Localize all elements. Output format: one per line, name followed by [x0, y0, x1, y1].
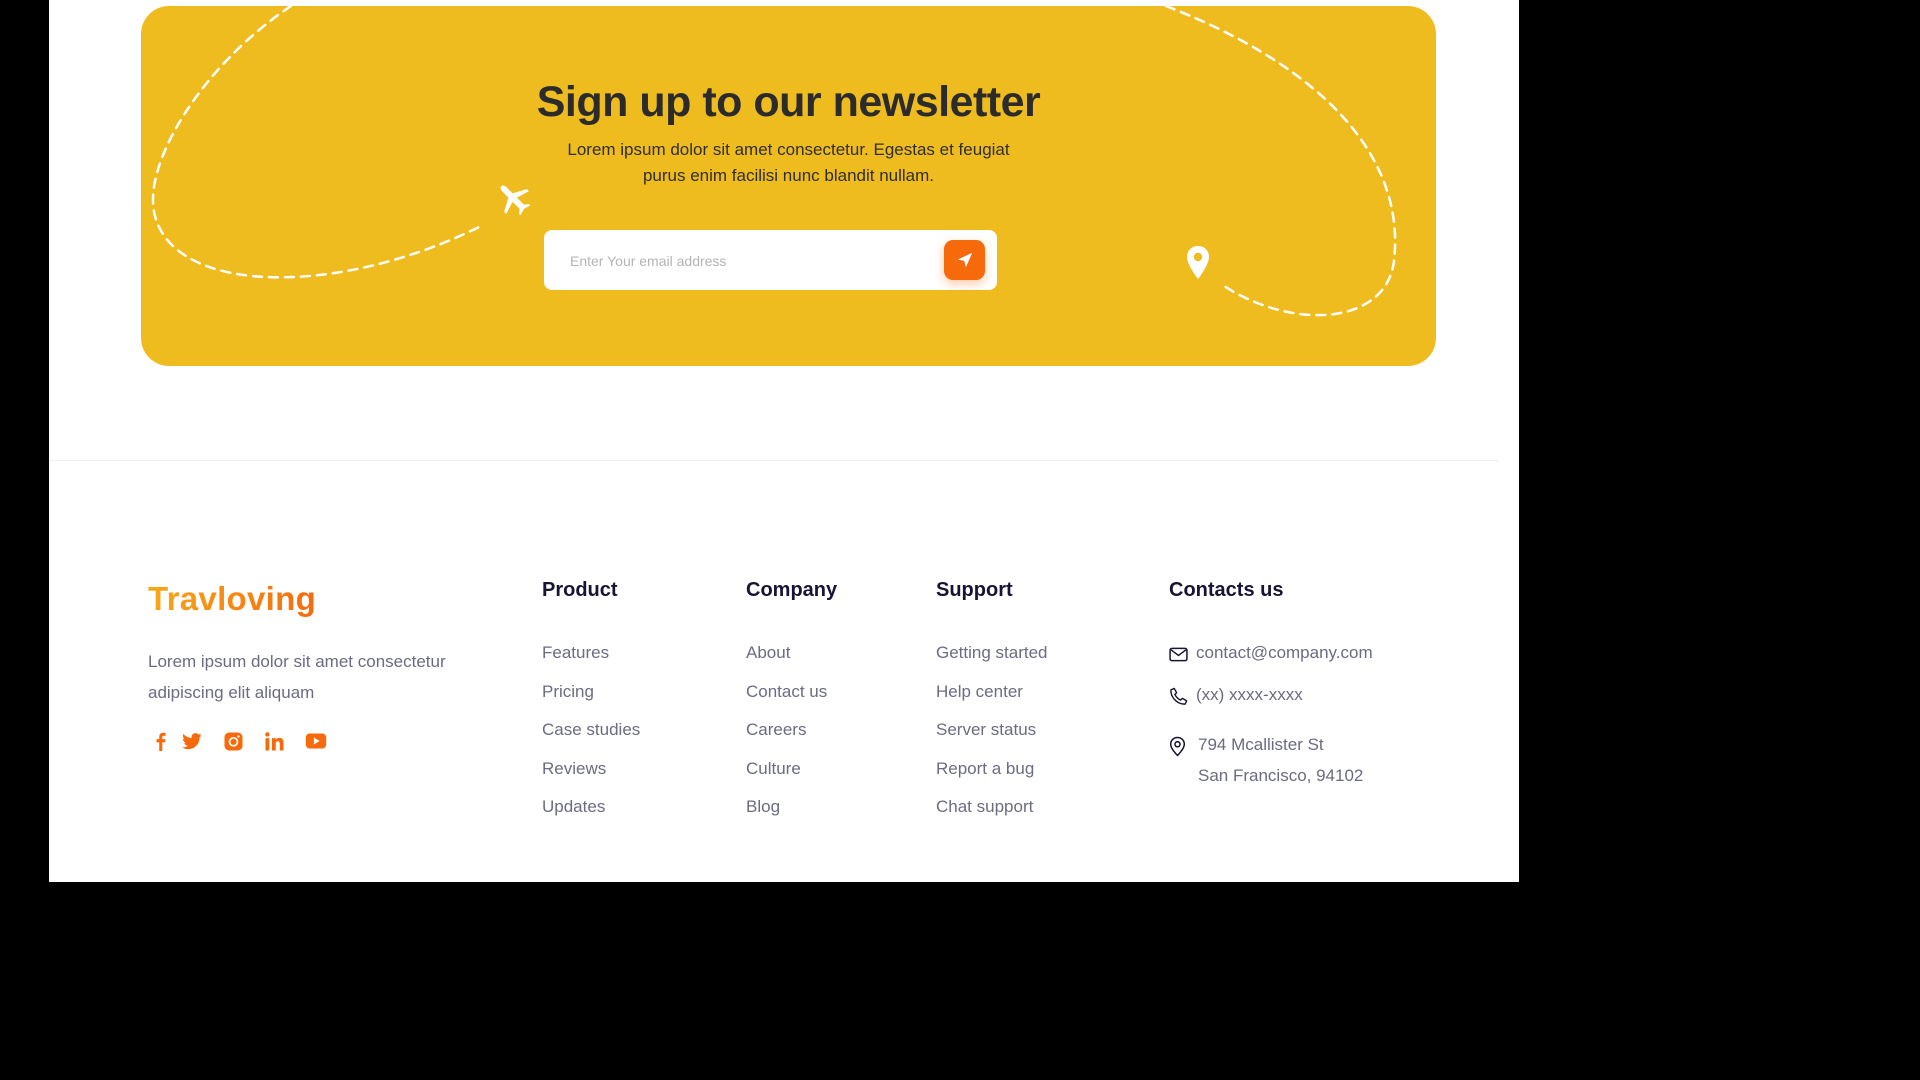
twitter-link[interactable]	[180, 730, 204, 752]
link-careers[interactable]: Careers	[746, 717, 827, 756]
contact-email-row: contact@company.com	[1169, 643, 1373, 665]
link-report-a-bug[interactable]: Report a bug	[936, 756, 1048, 795]
instagram-link[interactable]	[221, 730, 245, 752]
twitter-icon	[182, 732, 202, 749]
link-updates[interactable]: Updates	[542, 794, 640, 833]
contact-phone[interactable]: (xx) xxxx-xxxx	[1196, 685, 1303, 705]
paper-plane-icon	[957, 252, 972, 268]
support-column-title: Support	[936, 579, 1013, 601]
page: Sign up to our newsletter Lorem ipsum do…	[49, 0, 1519, 882]
link-case-studies[interactable]: Case studies	[542, 717, 640, 756]
link-chat-support[interactable]: Chat support	[936, 794, 1048, 833]
location-icon	[1169, 735, 1189, 757]
contact-address: 794 Mcallister St San Francisco, 94102	[1198, 729, 1363, 791]
link-blog[interactable]: Blog	[746, 794, 827, 833]
email-form	[544, 230, 997, 290]
newsletter-title: Sign up to our newsletter	[536, 78, 1041, 126]
link-about[interactable]: About	[746, 640, 827, 679]
link-features[interactable]: Features	[542, 640, 640, 679]
link-getting-started[interactable]: Getting started	[936, 640, 1048, 679]
address-line-1: 794 Mcallister St	[1198, 735, 1324, 754]
instagram-icon	[223, 731, 243, 751]
contact-address-row: 794 Mcallister St San Francisco, 94102	[1169, 729, 1363, 791]
facebook-link[interactable]	[148, 730, 172, 752]
facebook-icon	[156, 732, 166, 751]
contact-email[interactable]: contact@company.com	[1196, 643, 1373, 663]
link-reviews[interactable]: Reviews	[542, 756, 640, 795]
mail-icon	[1169, 643, 1189, 665]
link-server-status[interactable]: Server status	[936, 717, 1048, 756]
phone-icon	[1169, 685, 1189, 707]
youtube-icon	[305, 733, 327, 749]
link-contact-us[interactable]: Contact us	[746, 679, 827, 718]
email-input[interactable]	[568, 246, 932, 276]
contacts-column-title: Contacts us	[1169, 579, 1284, 601]
company-column-title: Company	[746, 579, 838, 601]
linkedin-link[interactable]	[262, 730, 286, 752]
product-links: Features Pricing Case studies Reviews Up…	[542, 640, 640, 833]
newsletter-banner: Sign up to our newsletter Lorem ipsum do…	[141, 6, 1436, 366]
youtube-link[interactable]	[304, 730, 328, 752]
contact-phone-row: (xx) xxxx-xxxx	[1169, 685, 1303, 707]
brand-logo[interactable]: Travloving	[148, 580, 316, 618]
subscribe-button[interactable]	[944, 240, 985, 280]
link-help-center[interactable]: Help center	[936, 679, 1048, 718]
link-pricing[interactable]: Pricing	[542, 679, 640, 718]
support-links: Getting started Help center Server statu…	[936, 640, 1048, 833]
section-divider	[49, 460, 1499, 461]
linkedin-icon	[264, 731, 284, 751]
address-line-2: San Francisco, 94102	[1198, 766, 1364, 785]
product-column-title: Product	[542, 579, 618, 601]
brand-description: Lorem ipsum dolor sit amet consectetur a…	[148, 652, 446, 702]
airplane-icon	[500, 185, 531, 216]
link-culture[interactable]: Culture	[746, 756, 827, 795]
newsletter-description: Lorem ipsum dolor sit amet consectetur. …	[567, 140, 1010, 185]
company-links: About Contact us Careers Culture Blog	[746, 640, 827, 833]
location-pin-icon	[1187, 246, 1209, 279]
